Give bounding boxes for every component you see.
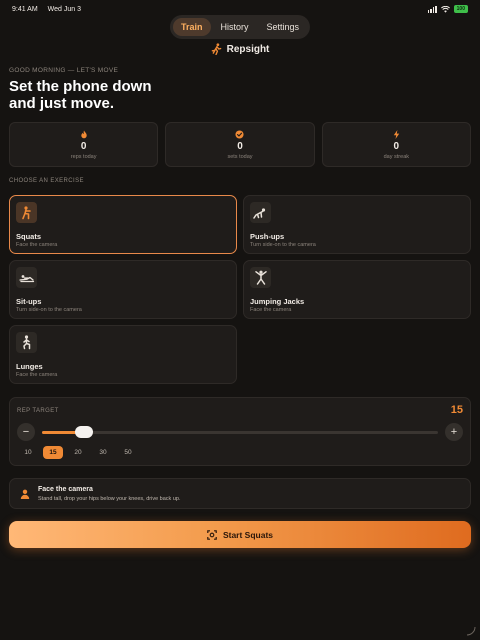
check-circle-icon	[235, 129, 245, 139]
exercise-card-squats[interactable]: Squats Face the camera	[9, 195, 237, 254]
stat-label: day streak	[383, 153, 409, 160]
exercise-grid: Squats Face the camera Push-ups Turn sid…	[9, 195, 471, 384]
headline-line-2: and just move.	[9, 95, 115, 112]
situp-figure-icon	[16, 267, 37, 288]
exercise-section-label: CHOOSE AN EXERCISE	[9, 178, 84, 184]
wifi-icon	[440, 5, 450, 13]
flame-icon	[80, 129, 87, 138]
headline-line-1: Set the phone down	[9, 78, 152, 95]
status-time: 9:41 AM	[12, 5, 38, 13]
brand-name: Repsight	[226, 43, 270, 55]
exercise-card-jumping-jacks[interactable]: Jumping Jacks Face the camera	[243, 260, 471, 319]
rep-target-panel: REP TARGET 15 − + 10 15 20 30 50	[9, 397, 471, 466]
stats-row: 0 reps today 0 sets today 0 day streak	[9, 122, 471, 167]
person-icon	[20, 489, 30, 499]
exercise-tip: Face the camera Stand tall, drop your hi…	[9, 478, 471, 509]
stat-sets-today: 0 sets today	[165, 122, 315, 167]
camera-frame-icon	[207, 529, 217, 540]
tip-text: Stand tall, drop your hips below your kn…	[38, 496, 181, 502]
tip-title: Face the camera	[38, 486, 93, 493]
exercise-name: Jumping Jacks	[250, 297, 305, 306]
preset-15[interactable]: 15	[43, 446, 63, 459]
exercise-card-lunges[interactable]: Lunges Face the camera	[9, 325, 237, 384]
exercise-card-situps[interactable]: Sit-ups Turn side-on to the camera	[9, 260, 237, 319]
stat-reps-today: 0 reps today	[9, 122, 159, 167]
preset-10[interactable]: 10	[18, 446, 38, 459]
page-title: Set the phone down and just move.	[9, 78, 152, 112]
rep-target-value: 15	[450, 404, 463, 416]
exercise-name: Lunges	[16, 362, 43, 371]
stat-label: sets today	[227, 153, 253, 160]
stat-day-streak: 0 day streak	[321, 122, 471, 167]
signal-icon	[427, 5, 437, 13]
exercise-hint: Face the camera	[16, 242, 58, 248]
exercise-hint: Turn side-on to the camera	[250, 242, 316, 248]
exercise-name: Squats	[16, 232, 42, 241]
tab-bar: Train History Settings	[169, 15, 311, 39]
rep-slider[interactable]	[42, 426, 438, 438]
decrement-button[interactable]: −	[17, 423, 35, 441]
status-bar: 9:41 AM Wed Jun 3 100	[12, 3, 468, 15]
exercise-card-pushups[interactable]: Push-ups Turn side-on to the camera	[243, 195, 471, 254]
jumping-jack-figure-icon	[250, 267, 271, 288]
start-button[interactable]: Start Squats	[9, 521, 471, 548]
squat-figure-icon	[16, 202, 37, 223]
stat-value: 0	[80, 140, 87, 152]
stat-value: 0	[393, 140, 400, 152]
exercise-name: Sit-ups	[16, 297, 42, 306]
greeting: GOOD MORNING — LET'S MOVE	[9, 67, 119, 74]
exercise-hint: Face the camera	[250, 307, 292, 313]
tab-train[interactable]: Train	[172, 18, 211, 36]
preset-20[interactable]: 20	[68, 446, 88, 459]
exercise-hint: Turn side-on to the camera	[16, 307, 82, 313]
bolt-icon	[393, 129, 400, 139]
pushup-figure-icon	[250, 202, 271, 223]
brand: Repsight	[0, 43, 480, 55]
tab-history[interactable]: History	[212, 18, 256, 36]
start-button-label: Start Squats	[222, 529, 274, 540]
rep-presets: 10 15 20 30 50	[18, 446, 138, 459]
preset-30[interactable]: 30	[93, 446, 113, 459]
rep-slider-thumb[interactable]	[74, 426, 93, 438]
exercise-name: Push-ups	[250, 232, 285, 241]
stat-value: 0	[237, 140, 243, 152]
tab-settings[interactable]: Settings	[259, 18, 308, 36]
resize-grabber-icon[interactable]	[464, 624, 476, 636]
running-figure-icon	[211, 43, 221, 55]
increment-button[interactable]: +	[445, 423, 463, 441]
rep-target-label: REP TARGET	[17, 408, 59, 414]
stat-label: reps today	[70, 153, 97, 160]
battery-icon: 100	[453, 5, 468, 13]
lunge-figure-icon	[16, 332, 37, 353]
exercise-hint: Face the camera	[16, 372, 58, 378]
preset-50[interactable]: 50	[118, 446, 138, 459]
status-date: Wed Jun 3	[47, 5, 81, 13]
